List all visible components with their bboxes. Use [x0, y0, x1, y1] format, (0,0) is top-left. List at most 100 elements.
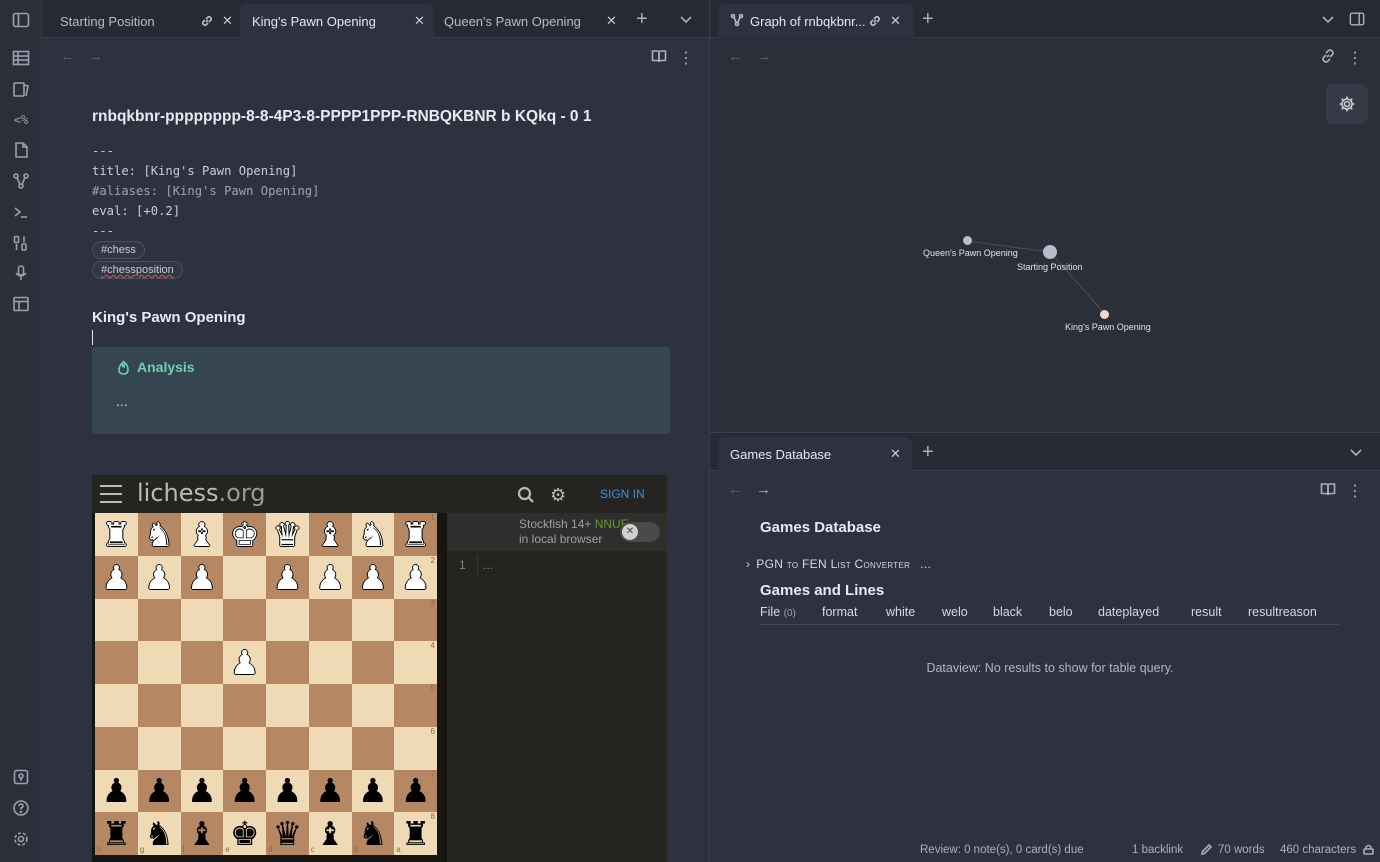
white-pawn-piece[interactable]: ♟: [315, 561, 345, 594]
sign-in-link[interactable]: SIGN IN: [600, 487, 645, 501]
review-status[interactable]: Review: 0 note(s), 0 card(s) due: [920, 844, 1084, 856]
sync-icon[interactable]: [1362, 843, 1375, 859]
black-pawn-piece[interactable]: ♟: [230, 774, 260, 807]
reading-view-icon[interactable]: [1320, 481, 1336, 501]
board-square[interactable]: ♝: [308, 513, 352, 556]
menu-icon[interactable]: [100, 485, 122, 503]
back-arrow-icon[interactable]: ←: [728, 481, 743, 498]
board-square[interactable]: [223, 555, 266, 599]
analysis-callout[interactable]: Analysis ...: [92, 347, 670, 434]
graph-node-starting-position[interactable]: [1043, 245, 1057, 259]
binary-icon[interactable]: [11, 233, 31, 253]
board-square[interactable]: [351, 641, 395, 684]
tab-games-database[interactable]: Games Database ✕: [718, 437, 912, 471]
chess-board[interactable]: ♜ ♞ ♝ ♚ ♛ ♝ ♞ ♜ 1 ♟ ♟ ♟ ♟ ♟ ♟ ♟ 2 3 ♟ 4 5 6 ♟ ♟ ♟ ♟ ♟ ♟ ♟ ♟ 7 ♜ h ♞ g ♝ f ♚ e ♛…: [95, 513, 437, 855]
microphone-icon[interactable]: [11, 263, 31, 283]
board-square[interactable]: 5: [394, 684, 437, 727]
white-bishop-piece[interactable]: ♝: [187, 518, 217, 551]
forward-arrow-icon[interactable]: →: [756, 481, 771, 498]
board-square[interactable]: ♜ h: [95, 812, 138, 855]
board-square[interactable]: ♞: [351, 513, 395, 556]
board-square[interactable]: [180, 684, 224, 727]
board-square[interactable]: [223, 726, 266, 770]
new-tab-icon[interactable]: +: [636, 8, 648, 31]
board-square[interactable]: ♟: [180, 769, 224, 813]
board-square[interactable]: [308, 684, 352, 727]
sidebar-toggle-icon[interactable]: [11, 10, 31, 30]
vault-switch-icon[interactable]: [11, 767, 31, 787]
black-bishop-piece[interactable]: ♝: [315, 817, 345, 850]
column-header-white[interactable]: white: [886, 605, 915, 619]
board-square[interactable]: ♝: [180, 513, 224, 556]
column-header-resultreason[interactable]: resultreason: [1248, 605, 1317, 619]
reading-view-icon[interactable]: [651, 48, 667, 68]
file-icon[interactable]: [11, 140, 31, 160]
board-square[interactable]: [223, 684, 266, 727]
board-square[interactable]: 4: [394, 641, 437, 684]
board-square[interactable]: [351, 684, 395, 727]
graph-node-kings-pawn[interactable]: [1100, 310, 1109, 319]
white-knight-piece[interactable]: ♞: [358, 518, 388, 551]
tab-starting-position[interactable]: Starting Position ✕: [48, 4, 234, 38]
white-pawn-piece[interactable]: ♟: [187, 561, 217, 594]
column-header-black[interactable]: black: [993, 605, 1022, 619]
white-knight-piece[interactable]: ♞: [144, 518, 174, 551]
board-square[interactable]: ♟: [351, 555, 395, 599]
board-square[interactable]: [308, 726, 352, 770]
board-square[interactable]: 3: [394, 598, 437, 642]
settings-icon[interactable]: [11, 829, 31, 849]
board-square[interactable]: [95, 684, 138, 727]
engine-toggle[interactable]: ✕: [620, 522, 660, 542]
black-queen-piece[interactable]: ♛: [273, 817, 303, 850]
board-square[interactable]: [95, 598, 138, 642]
board-square[interactable]: [95, 726, 138, 770]
board-square[interactable]: 6: [394, 726, 437, 770]
board-square[interactable]: [137, 641, 181, 684]
graph-node-queens-pawn[interactable]: [963, 236, 972, 245]
board-square[interactable]: [266, 598, 309, 642]
board-square[interactable]: [266, 684, 309, 727]
close-tab-icon[interactable]: ✕: [606, 13, 617, 29]
white-pawn-piece[interactable]: ♟: [230, 646, 260, 679]
board-square[interactable]: ♛: [266, 513, 309, 556]
board-square[interactable]: ♟: [137, 769, 181, 813]
board-square[interactable]: [180, 598, 224, 642]
terminal-icon[interactable]: [11, 202, 31, 222]
flashcards-icon[interactable]: [11, 79, 31, 99]
more-options-icon[interactable]: ⋮: [1347, 481, 1363, 501]
board-square[interactable]: ♟: [266, 769, 309, 813]
column-header-welo[interactable]: welo: [942, 605, 968, 619]
column-header-belo[interactable]: belo: [1049, 605, 1073, 619]
board-square[interactable]: [137, 726, 181, 770]
board-square[interactable]: ♝ f: [180, 812, 224, 855]
help-icon[interactable]: [11, 798, 31, 818]
close-tab-icon[interactable]: ✕: [414, 13, 425, 29]
board-square[interactable]: ♟: [223, 641, 266, 684]
backlink-count[interactable]: 1 backlink: [1132, 844, 1183, 856]
black-pawn-piece[interactable]: ♟: [102, 774, 132, 807]
board-square[interactable]: ♜ 1: [394, 513, 437, 556]
board-square[interactable]: ♚ e: [223, 812, 266, 855]
board-square[interactable]: ♛ d: [266, 812, 309, 855]
close-tab-icon[interactable]: ✕: [222, 13, 233, 29]
white-rook-piece[interactable]: ♜: [401, 518, 431, 551]
white-bishop-piece[interactable]: ♝: [315, 518, 345, 551]
board-square[interactable]: [266, 641, 309, 684]
board-square[interactable]: ♟: [266, 555, 309, 599]
board-square[interactable]: ♟: [95, 555, 138, 599]
column-header-result[interactable]: result: [1191, 605, 1222, 619]
black-rook-piece[interactable]: ♜: [102, 817, 132, 850]
lichess-embed[interactable]: lichess.org ⚙ SIGN IN ♜ ♞ ♝ ♚ ♛ ♝ ♞ ♜ 1 ♟ ♟ ♟ ♟ ♟ ♟ ♟ 2 3…: [92, 475, 667, 862]
black-rook-piece[interactable]: ♜: [401, 817, 431, 850]
column-header-file[interactable]: File (0): [760, 605, 796, 619]
board-square[interactable]: ♟: [351, 769, 395, 813]
board-square[interactable]: ♚: [223, 513, 266, 556]
tab-queens-pawn-opening[interactable]: Queen's Pawn Opening ✕: [432, 4, 626, 38]
pgn-converter-collapsible[interactable]: › PGN to FEN List Converter ...: [746, 557, 931, 571]
tag-chessposition[interactable]: #chessposition: [92, 261, 183, 279]
white-rook-piece[interactable]: ♜: [102, 518, 132, 551]
tab-kings-pawn-opening[interactable]: King's Pawn Opening ✕: [240, 4, 434, 38]
board-square[interactable]: [351, 726, 395, 770]
board-square[interactable]: [308, 598, 352, 642]
lichess-logo[interactable]: lichess.org: [137, 479, 266, 507]
